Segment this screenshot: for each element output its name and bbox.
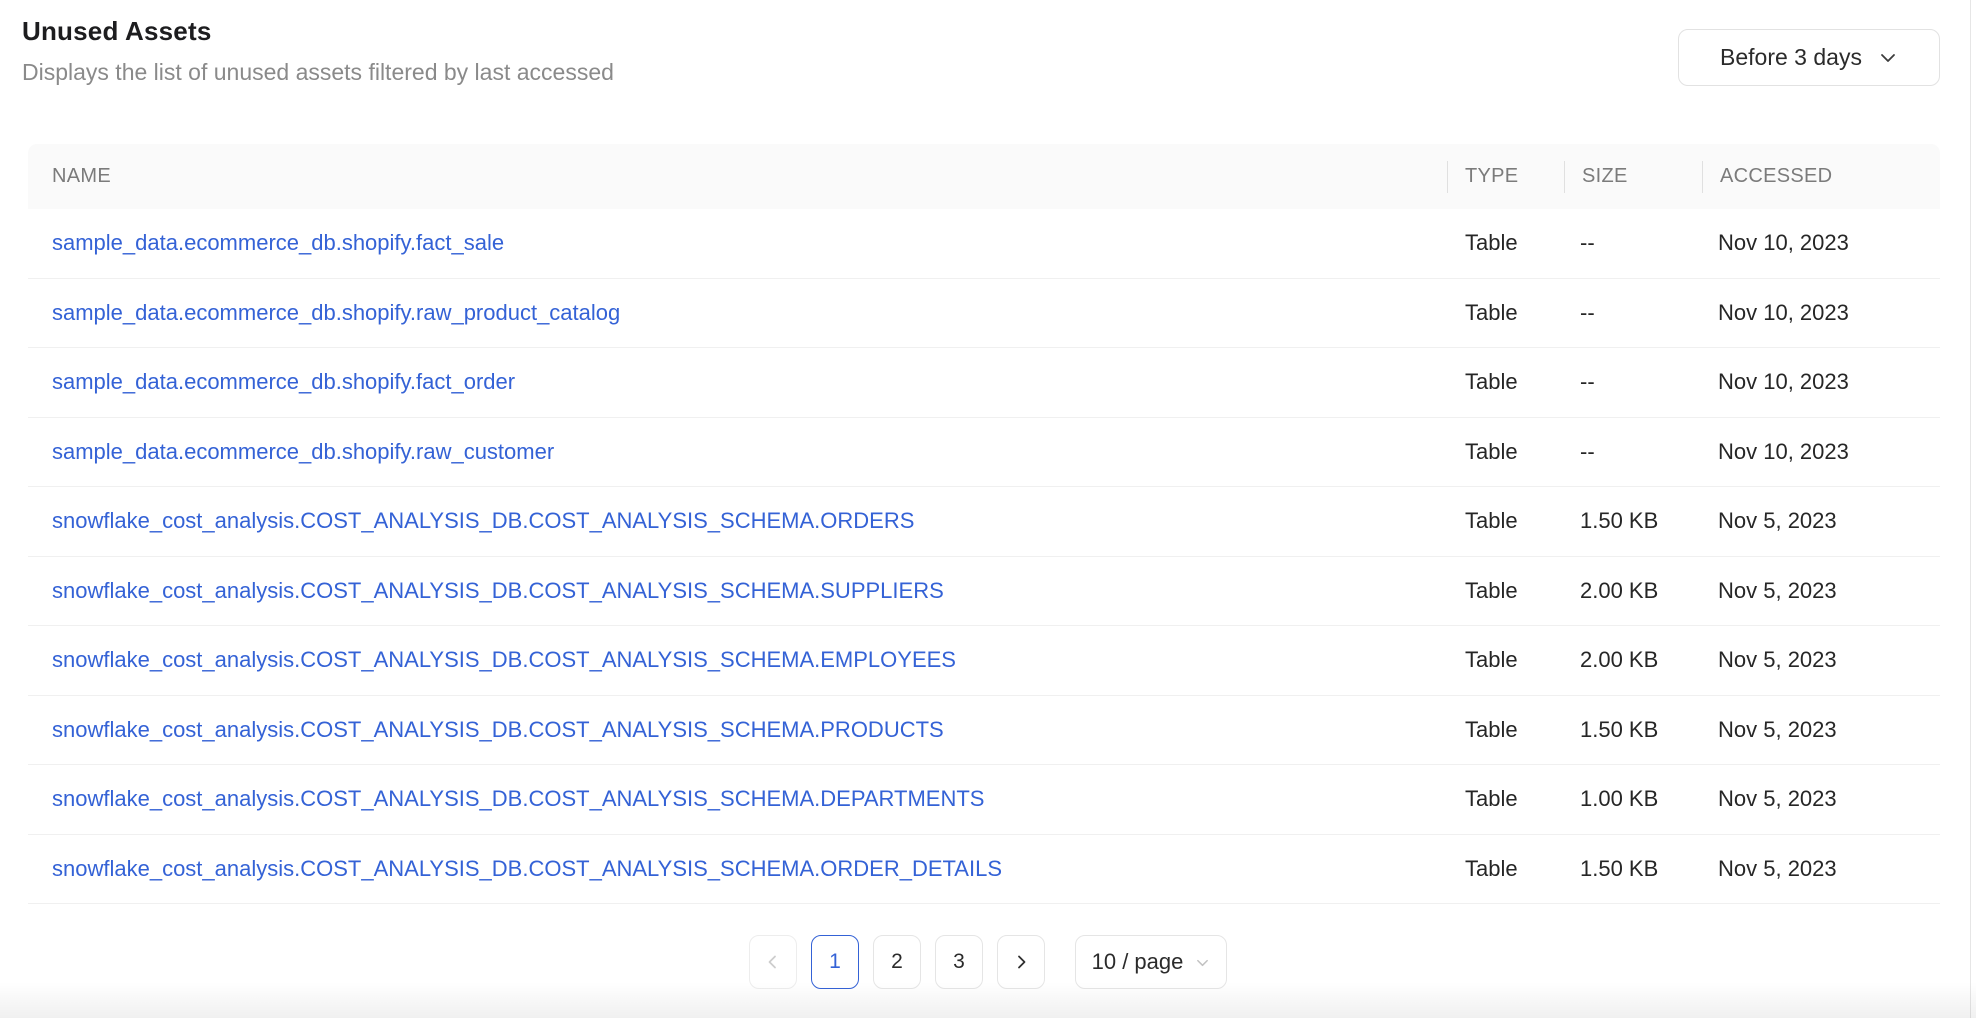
table-row: snowflake_cost_analysis.COST_ANALYSIS_DB… bbox=[28, 626, 1940, 696]
accessed-cell: Nov 5, 2023 bbox=[1718, 647, 1837, 673]
size-cell: -- bbox=[1580, 369, 1595, 395]
asset-link[interactable]: snowflake_cost_analysis.COST_ANALYSIS_DB… bbox=[52, 647, 956, 672]
type-cell: Table bbox=[1465, 230, 1518, 256]
table-row: sample_data.ecommerce_db.shopify.fact_sa… bbox=[28, 209, 1940, 279]
chevron-down-icon bbox=[1878, 48, 1898, 68]
table-row: sample_data.ecommerce_db.shopify.raw_pro… bbox=[28, 279, 1940, 348]
accessed-cell: Nov 5, 2023 bbox=[1718, 855, 1837, 881]
type-cell: Table bbox=[1465, 508, 1518, 534]
accessed-cell: Nov 5, 2023 bbox=[1718, 716, 1837, 742]
unused-assets-table: NAME TYPE SIZE ACCESSED sample_data.ecom… bbox=[28, 144, 1940, 904]
asset-link[interactable]: snowflake_cost_analysis.COST_ANALYSIS_DB… bbox=[52, 717, 944, 742]
accessed-cell: Nov 10, 2023 bbox=[1718, 299, 1849, 325]
accessed-cell: Nov 5, 2023 bbox=[1718, 786, 1837, 812]
asset-link[interactable]: snowflake_cost_analysis.COST_ANALYSIS_DB… bbox=[52, 508, 914, 533]
column-header-name: NAME bbox=[52, 165, 111, 187]
chevron-down-icon bbox=[1195, 955, 1210, 970]
table-row: sample_data.ecommerce_db.shopify.fact_or… bbox=[28, 348, 1940, 418]
size-cell: 1.50 KB bbox=[1580, 716, 1659, 742]
page-button-3[interactable]: 3 bbox=[935, 935, 983, 989]
table-header-row: NAME TYPE SIZE ACCESSED bbox=[28, 144, 1940, 209]
asset-link[interactable]: snowflake_cost_analysis.COST_ANALYSIS_DB… bbox=[52, 856, 1002, 881]
table-row: snowflake_cost_analysis.COST_ANALYSIS_DB… bbox=[28, 696, 1940, 765]
type-cell: Table bbox=[1465, 299, 1518, 325]
column-header-size: SIZE bbox=[1564, 165, 1702, 188]
asset-link[interactable]: snowflake_cost_analysis.COST_ANALYSIS_DB… bbox=[52, 578, 944, 603]
prev-page-button[interactable] bbox=[749, 935, 797, 989]
asset-link[interactable]: sample_data.ecommerce_db.shopify.raw_pro… bbox=[52, 300, 620, 325]
size-cell: 2.00 KB bbox=[1580, 577, 1659, 603]
asset-link[interactable]: sample_data.ecommerce_db.shopify.fact_or… bbox=[52, 369, 515, 394]
table-body: sample_data.ecommerce_db.shopify.fact_sa… bbox=[28, 209, 1940, 904]
type-cell: Table bbox=[1465, 786, 1518, 812]
accessed-cell: Nov 5, 2023 bbox=[1718, 508, 1837, 534]
accessed-cell: Nov 5, 2023 bbox=[1718, 577, 1837, 603]
type-cell: Table bbox=[1465, 577, 1518, 603]
page-button-1[interactable]: 1 bbox=[811, 935, 859, 989]
asset-link[interactable]: sample_data.ecommerce_db.shopify.raw_cus… bbox=[52, 439, 554, 464]
table-row: snowflake_cost_analysis.COST_ANALYSIS_DB… bbox=[28, 765, 1940, 835]
accessed-cell: Nov 10, 2023 bbox=[1718, 230, 1849, 256]
table-row: snowflake_cost_analysis.COST_ANALYSIS_DB… bbox=[28, 835, 1940, 904]
table-row: sample_data.ecommerce_db.shopify.raw_cus… bbox=[28, 418, 1940, 487]
page-title: Unused Assets bbox=[22, 16, 212, 46]
page-size-value: 10 / page bbox=[1091, 949, 1184, 974]
type-cell: Table bbox=[1465, 438, 1518, 464]
type-cell: Table bbox=[1465, 647, 1518, 673]
size-cell: -- bbox=[1580, 230, 1595, 256]
scrollbar-track-edge bbox=[1970, 0, 1971, 1018]
page-subtitle: Displays the list of unused assets filte… bbox=[22, 59, 614, 85]
size-cell: -- bbox=[1580, 299, 1595, 325]
chevron-right-icon bbox=[1012, 953, 1030, 971]
size-cell: -- bbox=[1580, 438, 1595, 464]
next-page-button[interactable] bbox=[997, 935, 1045, 989]
page-size-select[interactable]: 10 / page bbox=[1075, 935, 1227, 989]
size-cell: 1.50 KB bbox=[1580, 508, 1659, 534]
table-row: snowflake_cost_analysis.COST_ANALYSIS_DB… bbox=[28, 557, 1940, 626]
page-header: Unused Assets Displays the list of unuse… bbox=[22, 16, 614, 86]
page-button-2[interactable]: 2 bbox=[873, 935, 921, 989]
column-header-type: TYPE bbox=[1447, 165, 1564, 188]
asset-link[interactable]: snowflake_cost_analysis.COST_ANALYSIS_DB… bbox=[52, 786, 984, 811]
pagination: 1 2 3 10 / page bbox=[0, 935, 1976, 989]
last-accessed-filter-dropdown[interactable]: Before 3 days bbox=[1678, 29, 1940, 86]
size-cell: 1.00 KB bbox=[1580, 786, 1659, 812]
filter-dropdown-value: Before 3 days bbox=[1720, 44, 1862, 70]
type-cell: Table bbox=[1465, 369, 1518, 395]
type-cell: Table bbox=[1465, 716, 1518, 742]
asset-link[interactable]: sample_data.ecommerce_db.shopify.fact_sa… bbox=[52, 230, 504, 255]
type-cell: Table bbox=[1465, 855, 1518, 881]
accessed-cell: Nov 10, 2023 bbox=[1718, 438, 1849, 464]
size-cell: 1.50 KB bbox=[1580, 855, 1659, 881]
column-header-accessed: ACCESSED bbox=[1702, 165, 1940, 188]
size-cell: 2.00 KB bbox=[1580, 647, 1659, 673]
chevron-left-icon bbox=[764, 953, 782, 971]
accessed-cell: Nov 10, 2023 bbox=[1718, 369, 1849, 395]
table-row: snowflake_cost_analysis.COST_ANALYSIS_DB… bbox=[28, 487, 1940, 557]
